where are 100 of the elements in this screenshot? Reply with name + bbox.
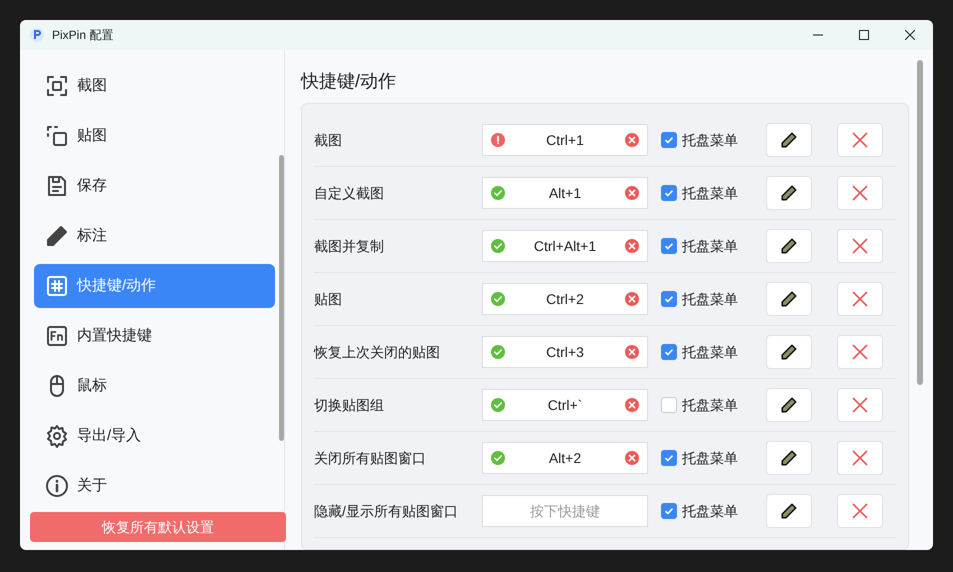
close-icon [852, 450, 868, 466]
edit-button[interactable] [766, 441, 812, 475]
sidebar-item[interactable]: 保存 [34, 164, 275, 208]
warning-icon [491, 133, 505, 147]
shortcut-value: Ctrl+Alt+1 [532, 236, 598, 256]
clear-icon[interactable] [625, 398, 639, 412]
shortcut-value: Ctrl+1 [545, 130, 585, 150]
sidebar-item[interactable]: 导出/导入 [34, 414, 275, 458]
edit-button[interactable] [766, 494, 812, 528]
info-icon [45, 474, 69, 498]
close-icon [852, 132, 868, 148]
window-title: PixPin 配置 [52, 27, 114, 44]
clear-icon[interactable] [625, 133, 639, 147]
delete-button[interactable] [837, 282, 883, 316]
checkbox-label: 托盘菜单 [682, 448, 739, 468]
tray-checkbox[interactable] [661, 344, 677, 360]
pencil-icon [780, 131, 798, 149]
checkbox-label: 托盘菜单 [682, 502, 739, 520]
sidebar-item[interactable]: 标注 [34, 214, 275, 258]
checkbox-label: 托盘菜单 [682, 342, 739, 362]
edit-button[interactable] [766, 176, 812, 210]
close-icon [852, 503, 868, 519]
app-logo-icon [30, 28, 44, 42]
sidebar-label: 标注 [77, 226, 107, 246]
pencil-icon [780, 237, 798, 255]
sidebar-label: 贴图 [77, 126, 107, 146]
sidebar-label: 保存 [77, 176, 107, 196]
shortcut-field[interactable]: Ctrl+Alt+1 [482, 230, 648, 262]
sidebar-item[interactable]: 鼠标 [34, 364, 275, 408]
hash-icon [45, 274, 69, 298]
settings-icon [45, 424, 69, 448]
pencil-icon [780, 343, 798, 361]
shortcut-field[interactable]: Ctrl+1 [482, 124, 648, 156]
tray-checkbox[interactable] [661, 503, 677, 519]
sidebar-label: 关于 [77, 476, 107, 496]
tray-checkbox[interactable] [661, 291, 677, 307]
clear-icon[interactable] [625, 345, 639, 359]
tray-checkbox[interactable] [661, 132, 677, 148]
check-circle-icon [491, 345, 505, 359]
close-icon [852, 291, 868, 307]
sidebar-label: 内置快捷键 [77, 326, 152, 346]
shortcut-value: Alt+2 [548, 448, 582, 468]
sidebar-item[interactable]: 关于 [34, 464, 275, 508]
shortcut-value: Ctrl+2 [545, 290, 585, 308]
pencil-icon [780, 502, 798, 520]
shortcut-value: Ctrl+` [546, 396, 584, 414]
delete-button[interactable] [837, 494, 883, 528]
action-label: 恢复上次关闭的贴图 [314, 342, 441, 362]
tray-checkbox[interactable] [661, 397, 677, 413]
checkbox-label: 托盘菜单 [682, 130, 739, 150]
sidebar-item[interactable]: 快捷键/动作 [34, 264, 275, 308]
edit-button[interactable] [766, 335, 812, 369]
close-icon [852, 185, 868, 201]
action-label: 截图并复制 [314, 236, 385, 256]
edit-button[interactable] [766, 229, 812, 263]
shortcut-field[interactable]: Alt+2 [482, 442, 648, 474]
tray-checkbox[interactable] [661, 238, 677, 254]
checkbox-label: 托盘菜单 [682, 396, 739, 414]
sidebar-item[interactable]: 截图 [34, 64, 275, 108]
delete-button[interactable] [837, 123, 883, 157]
close-icon [852, 238, 868, 254]
action-label: 自定义截图 [314, 184, 385, 202]
shortcut-field[interactable]: Alt+1 [482, 177, 648, 209]
sidebar-item[interactable]: 内置快捷键 [34, 314, 275, 358]
action-label: 切换贴图组 [314, 396, 385, 414]
delete-button[interactable] [837, 229, 883, 263]
clear-icon[interactable] [625, 451, 639, 465]
action-label: 截图 [314, 130, 343, 150]
shortcut-field[interactable]: Ctrl+` [482, 389, 648, 421]
scrollbar-thumb[interactable] [917, 60, 923, 385]
tray-checkbox[interactable] [661, 450, 677, 466]
delete-button[interactable] [837, 441, 883, 475]
delete-button[interactable] [837, 388, 883, 422]
shortcut-value: Alt+1 [548, 184, 582, 202]
delete-button[interactable] [837, 335, 883, 369]
close-icon [905, 30, 915, 40]
pencil-icon [780, 290, 798, 308]
checkbox-label: 托盘菜单 [682, 236, 739, 256]
clear-icon[interactable] [625, 239, 639, 253]
edit-button[interactable] [766, 388, 812, 422]
action-label: 关闭所有贴图窗口 [314, 448, 427, 468]
shortcut-field[interactable]: Ctrl+2 [482, 283, 648, 315]
shortcut-field[interactable]: 按下快捷键 [482, 495, 648, 527]
copy-icon [45, 124, 69, 148]
check-circle-icon [491, 186, 505, 200]
clear-icon[interactable] [625, 186, 639, 200]
pencil-icon [780, 449, 798, 467]
delete-button[interactable] [837, 176, 883, 210]
edit-button[interactable] [766, 282, 812, 316]
clear-icon[interactable] [625, 292, 639, 306]
check-circle-icon [491, 239, 505, 253]
scrollbar-thumb[interactable] [279, 155, 284, 441]
checkbox-label: 托盘菜单 [682, 184, 739, 202]
edit-button[interactable] [766, 123, 812, 157]
tray-checkbox[interactable] [661, 185, 677, 201]
page-title: 快捷键/动作 [301, 70, 398, 93]
shortcut-field[interactable]: Ctrl+3 [482, 336, 648, 368]
close-icon [852, 344, 868, 360]
sidebar-item[interactable]: 贴图 [34, 114, 275, 158]
pencil-icon [780, 396, 798, 414]
